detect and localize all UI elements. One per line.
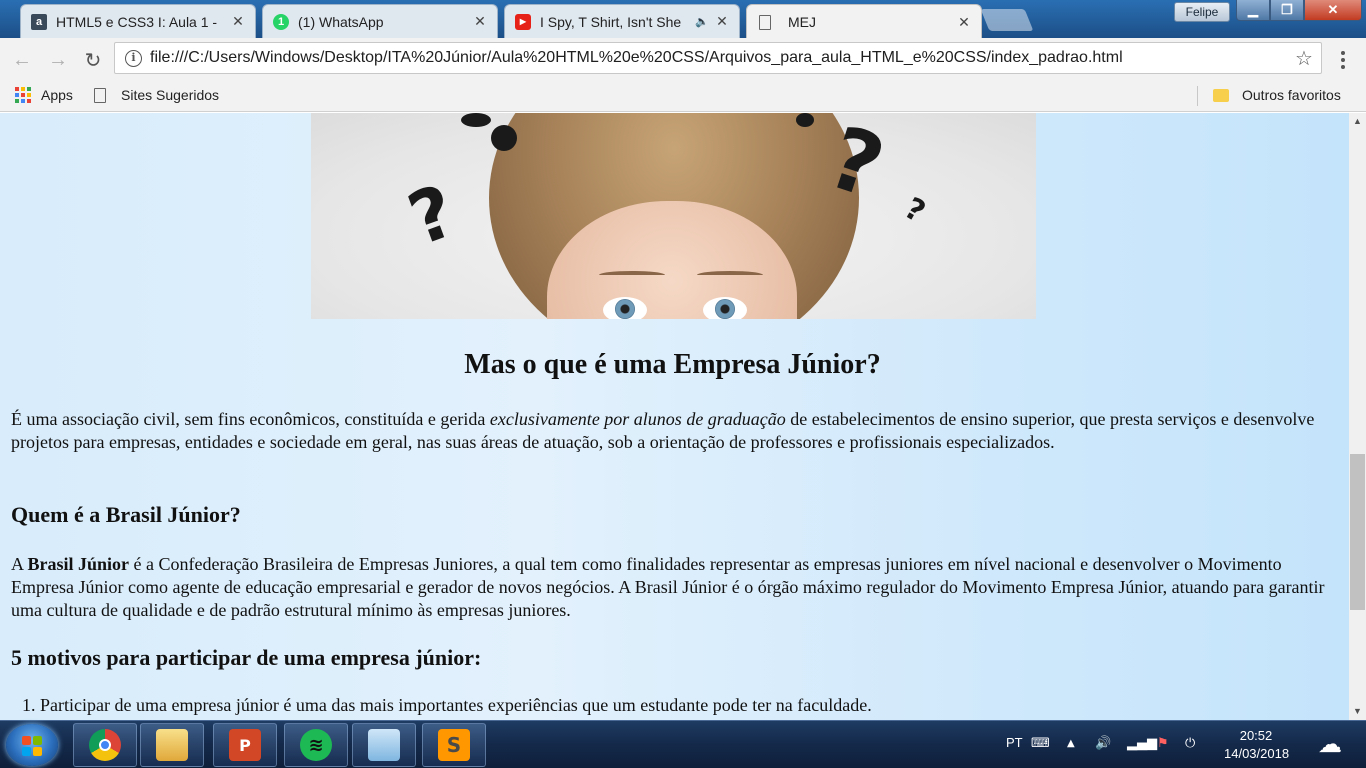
language-indicator[interactable]: PT xyxy=(1006,735,1023,750)
maximize-button[interactable]: ❐ xyxy=(1270,0,1304,21)
page-icon xyxy=(759,14,771,30)
section-heading-brasil-junior: Quem é a Brasil Júnior? xyxy=(11,502,241,527)
intro-emphasis: exclusivamente por alunos de graduação xyxy=(489,409,786,429)
spotify-icon: ≋ xyxy=(300,729,332,761)
taskbar-chrome[interactable] xyxy=(73,723,137,767)
keyboard-icon[interactable]: ⌨ xyxy=(1031,736,1050,751)
close-tab-icon[interactable]: ✕ xyxy=(957,14,971,31)
tab-title: (1) WhatsApp xyxy=(298,13,384,30)
scroll-up-arrow-icon[interactable]: ▲ xyxy=(1349,113,1366,130)
clock-date: 14/03/2018 xyxy=(1224,746,1290,761)
forward-button[interactable]: → xyxy=(44,46,72,74)
question-mark-icon: ? xyxy=(898,190,931,231)
right-eye xyxy=(703,297,747,319)
powerpoint-icon: P xyxy=(229,729,261,761)
reload-button[interactable]: ↻ xyxy=(79,46,107,74)
url-text[interactable]: file:///C:/Users/Windows/Desktop/ITA%20J… xyxy=(150,49,1123,67)
bookmark-outros-favoritos[interactable]: Outros favoritos xyxy=(1213,87,1341,103)
bookmark-label: Sites Sugeridos xyxy=(121,87,220,103)
close-window-button[interactable]: ✕ xyxy=(1304,0,1362,21)
folder-icon xyxy=(1213,88,1229,102)
scroll-down-arrow-icon[interactable]: ▼ xyxy=(1349,703,1366,720)
list-item: Participar de uma empresa júnior é uma d… xyxy=(40,695,872,716)
intro-paragraph: É uma associação civil, sem fins econômi… xyxy=(11,408,1341,454)
whatsapp-icon: 1 xyxy=(273,13,289,30)
show-hidden-icons-arrow-icon[interactable]: ▲ xyxy=(1067,738,1075,749)
cloud-icon[interactable]: ☁ xyxy=(1318,730,1342,758)
volume-icon[interactable]: 🔊 xyxy=(1095,736,1111,751)
browser-toolbar: ← → ↻ i file:///C:/Users/Windows/Desktop… xyxy=(0,38,1366,80)
close-tab-icon[interactable]: ✕ xyxy=(231,13,245,30)
notepad-icon xyxy=(368,729,400,761)
back-button[interactable]: ← xyxy=(8,46,36,74)
bookmark-separator xyxy=(1197,86,1198,106)
reasons-list: Participar de uma empresa júnior é uma d… xyxy=(40,695,872,716)
bookmark-apps[interactable]: Apps xyxy=(15,87,73,103)
bookmark-sites-sugeridos[interactable]: Sites Sugeridos xyxy=(94,87,219,103)
bookmark-label: Outros favoritos xyxy=(1242,87,1341,103)
brasil-junior-paragraph: A Brasil Júnior é a Confederação Brasile… xyxy=(11,553,1341,622)
dot-shape xyxy=(796,113,814,127)
dot-shape xyxy=(461,113,491,127)
taskbar-sublime[interactable]: S xyxy=(422,723,486,767)
question-mark-icon: ? xyxy=(397,168,466,262)
page-viewport: ? ? ? Mas o que é uma Empresa Júnior? É … xyxy=(0,113,1349,720)
new-tab-button[interactable] xyxy=(980,9,1034,31)
tab-youtube[interactable]: ▶ I Spy, T Shirt, Isn't She 🔈 ✕ xyxy=(504,4,740,38)
bookmarks-bar: Apps Sites Sugeridos Outros favoritos xyxy=(0,80,1366,112)
chrome-icon xyxy=(89,729,121,761)
dot-shape xyxy=(491,125,517,151)
sublime-icon: S xyxy=(438,729,470,761)
paragraph-strong: Brasil Júnior xyxy=(27,554,130,574)
clock[interactable]: 20:52 14/03/2018 xyxy=(1224,727,1290,763)
taskbar-notepad[interactable] xyxy=(352,723,416,767)
profile-button[interactable]: Felipe xyxy=(1174,2,1230,22)
tab-strip: a HTML5 e CSS3 I: Aula 1 - ✕ 1 (1) Whats… xyxy=(0,0,1366,38)
left-brow xyxy=(599,271,665,279)
bookmark-label: Apps xyxy=(41,87,73,103)
close-tab-icon[interactable]: ✕ xyxy=(715,13,729,30)
explorer-icon xyxy=(156,729,188,761)
left-eye xyxy=(603,297,647,319)
paragraph-text-end: é a Confederação Brasileira de Empresas … xyxy=(11,554,1325,620)
action-center-alert-icon[interactable]: ⚑ xyxy=(1157,736,1169,751)
scrollbar-thumb[interactable] xyxy=(1350,454,1365,610)
apps-grid-icon xyxy=(15,87,31,103)
youtube-icon: ▶ xyxy=(515,13,531,30)
intro-text: É uma associação civil, sem fins econômi… xyxy=(11,409,490,429)
hero-image: ? ? ? xyxy=(311,113,1036,319)
minimize-button[interactable]: ▁ xyxy=(1236,0,1270,21)
tab-title: I Spy, T Shirt, Isn't She xyxy=(540,13,682,30)
taskbar-explorer[interactable] xyxy=(140,723,204,767)
close-tab-icon[interactable]: ✕ xyxy=(473,13,487,30)
vertical-scrollbar[interactable]: ▲ ▼ xyxy=(1349,113,1366,720)
paragraph-text: A xyxy=(11,554,28,574)
tab-mej[interactable]: MEJ ✕ xyxy=(746,4,982,38)
tab-whatsapp[interactable]: 1 (1) WhatsApp ✕ xyxy=(262,4,498,38)
bookmark-star-icon[interactable]: ☆ xyxy=(1295,46,1313,71)
network-signal-icon[interactable]: ▂▄▆ xyxy=(1127,736,1157,751)
tab-title: MEJ xyxy=(788,14,816,30)
page-title: Mas o que é uma Empresa Júnior? xyxy=(464,349,881,380)
start-button[interactable] xyxy=(6,724,58,766)
taskbar-spotify[interactable]: ≋ xyxy=(284,723,348,767)
address-bar[interactable]: i file:///C:/Users/Windows/Desktop/ITA%2… xyxy=(114,42,1322,74)
tab-alura[interactable]: a HTML5 e CSS3 I: Aula 1 - ✕ xyxy=(20,4,256,38)
page-icon xyxy=(94,87,106,103)
taskbar-powerpoint[interactable]: P xyxy=(213,723,277,767)
power-icon[interactable]: ⏻ xyxy=(1185,736,1195,751)
audio-playing-icon[interactable]: 🔈 xyxy=(695,15,709,28)
section-heading-motivos: 5 motivos para participar de uma empresa… xyxy=(11,645,482,670)
tab-title: HTML5 e CSS3 I: Aula 1 - xyxy=(56,13,218,30)
info-icon[interactable]: i xyxy=(125,50,142,67)
clock-time: 20:52 xyxy=(1239,728,1273,743)
alura-icon: a xyxy=(31,13,47,30)
right-brow xyxy=(697,271,763,279)
windows-taskbar: P ≋ S PT ⌨ ▲ 🔊 ▂▄▆ ⚑ ⏻ 20:52 14/03/2018 … xyxy=(0,720,1366,768)
menu-icon[interactable] xyxy=(1333,46,1353,74)
